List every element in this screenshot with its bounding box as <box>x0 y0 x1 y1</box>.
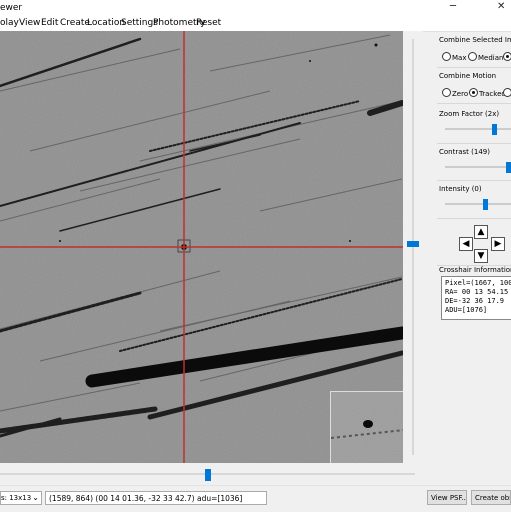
radio-tracked-label: Tracked <box>479 90 506 98</box>
pan-down-button[interactable]: ▼ <box>474 249 488 263</box>
pan-up-button[interactable]: ▲ <box>474 225 488 239</box>
menu-reset[interactable]: Reset <box>196 18 221 28</box>
radio-dot <box>503 52 511 61</box>
menu-view[interactable]: View <box>19 18 40 28</box>
radio-median[interactable]: Median <box>468 52 503 62</box>
radio-dot <box>469 88 478 97</box>
view-psf-button[interactable]: View PSF... <box>427 490 467 505</box>
intensity-track <box>445 203 511 205</box>
zoom-track <box>445 128 511 130</box>
menu-edit[interactable]: Edit <box>41 18 58 28</box>
crosshair-dec: DE=-32 36 17.9 <box>445 297 505 305</box>
aperture-select[interactable]: s: 13x13 ⌄ <box>0 491 42 505</box>
horizontal-thumb[interactable] <box>205 469 211 481</box>
menu-location[interactable]: Location <box>87 18 125 28</box>
zoom-thumb[interactable] <box>492 124 497 135</box>
image-canvas[interactable] <box>0 31 403 463</box>
arrow-right-icon: ▶ <box>494 239 502 249</box>
contrast-slider[interactable] <box>445 162 511 173</box>
crosshair-ra: RA= 00 13 54.15 <box>445 288 509 296</box>
contrast-label: Contrast (149) <box>439 148 490 156</box>
menu-create[interactable]: Create <box>60 18 90 28</box>
intensity-slider[interactable] <box>445 199 511 210</box>
contrast-track <box>445 166 511 168</box>
radio-motion-third[interactable] <box>503 88 511 98</box>
menu-bar: olay View Edit Create Location Settings … <box>0 16 511 32</box>
zoom-slider[interactable] <box>445 124 511 135</box>
combine-images-title: Combine Selected Images <box>439 36 511 44</box>
arrow-up-icon: ▲ <box>477 227 485 237</box>
radio-dot <box>442 88 451 97</box>
control-panel: Combine Selected Images Max Median Combi… <box>431 31 511 463</box>
radio-tracked[interactable]: Tracked <box>469 88 506 98</box>
pan-right-button[interactable]: ▶ <box>491 237 505 251</box>
menu-display[interactable]: olay <box>0 18 19 28</box>
minimize-icon[interactable]: ─ <box>450 1 456 12</box>
zoom-inset <box>330 391 403 463</box>
zoom-label: Zoom Factor (2x) <box>439 110 500 118</box>
divider <box>437 143 511 144</box>
radio-dot <box>442 52 451 61</box>
horizontal-scrollbar[interactable] <box>0 463 423 485</box>
arrow-down-icon: ▼ <box>477 251 485 261</box>
divider <box>437 67 511 68</box>
combine-motion-title: Combine Motion <box>439 72 497 80</box>
radio-zero-label: Zero <box>452 90 469 98</box>
status-bar: s: 13x13 ⌄ (1589, 864) (00 14 01.36, -32 … <box>0 485 511 512</box>
crosshair-info-box: Pixel=(1667, 1004 RA= 00 13 54.15 DE=-32 3… <box>441 276 511 320</box>
cursor-readout: (1589, 864) (00 14 01.36, -32 33 42.7) a… <box>45 491 267 505</box>
window-title: ewer <box>0 3 23 13</box>
vertical-scrollbar[interactable] <box>403 31 423 463</box>
radio-dot <box>503 88 511 97</box>
radio-median-label: Median <box>478 54 504 62</box>
pan-left-button[interactable]: ◀ <box>459 237 473 251</box>
title-bar: ewer ─ ✕ <box>0 0 511 16</box>
radio-max[interactable]: Max <box>442 52 466 62</box>
contrast-thumb[interactable] <box>506 162 511 173</box>
radio-max-label: Max <box>452 54 467 62</box>
chevron-down-icon: ⌄ <box>32 493 39 502</box>
aperture-value: s: 13x13 <box>1 494 32 502</box>
vertical-track <box>412 39 414 455</box>
arrow-left-icon: ◀ <box>462 239 470 249</box>
crosshair-adu: ADU=[1076] <box>445 306 488 314</box>
create-observation-button[interactable]: Create obser <box>471 490 511 505</box>
crosshair-title: Crosshair Information <box>439 266 511 274</box>
divider <box>437 103 511 104</box>
intensity-label: Intensity (0) <box>439 185 482 193</box>
close-icon[interactable]: ✕ <box>497 1 505 12</box>
vertical-thumb[interactable] <box>407 241 419 247</box>
radio-combine-third[interactable] <box>503 52 511 62</box>
radio-dot <box>468 52 477 61</box>
inset-image <box>331 392 403 463</box>
intensity-thumb[interactable] <box>483 199 488 210</box>
crosshair-pixel: Pixel=(1667, 1004 <box>445 279 511 287</box>
radio-zero[interactable]: Zero <box>442 88 468 98</box>
divider <box>437 218 511 219</box>
divider <box>437 180 511 181</box>
